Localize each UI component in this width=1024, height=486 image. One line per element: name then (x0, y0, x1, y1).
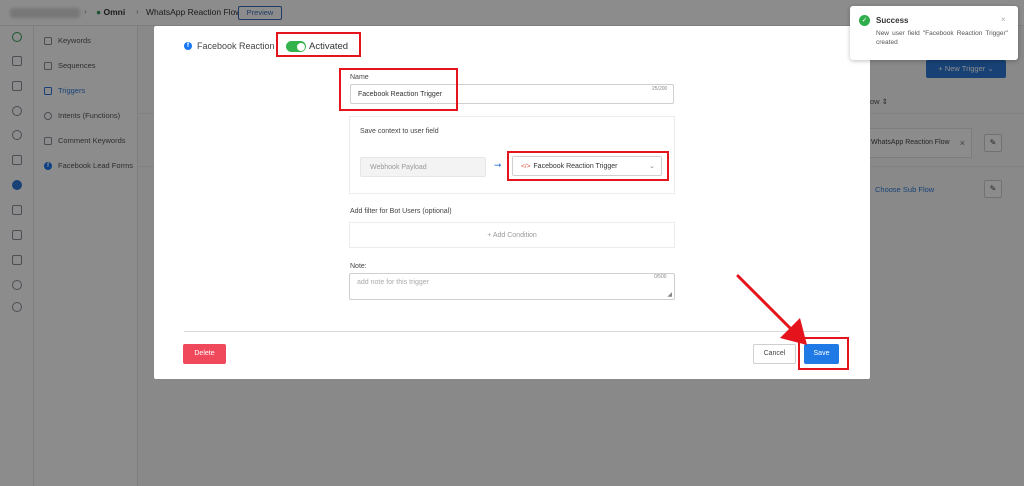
toast-title: Success (876, 16, 909, 25)
close-icon[interactable]: × (1001, 15, 1006, 24)
cancel-button[interactable]: Cancel (753, 344, 796, 364)
webhook-payload-field: Webhook Payload (360, 157, 486, 177)
highlight-save (798, 337, 849, 370)
trigger-modal: f Facebook Reaction Activated Name Faceb… (154, 26, 870, 379)
arrow-right-icon: ➞ (494, 160, 502, 170)
highlight-user-field (507, 151, 669, 181)
delete-button[interactable]: Delete (183, 344, 226, 364)
highlight-activation (276, 32, 361, 57)
highlight-name (339, 68, 458, 111)
resize-handle-icon[interactable]: ◢ (667, 291, 672, 298)
context-label: Save context to user field (360, 128, 439, 135)
success-toast: ✓ Success New user field "Facebook React… (850, 6, 1018, 60)
note-textarea[interactable]: add note for this trigger ◢ (349, 273, 675, 300)
modal-footer-divider (184, 331, 840, 332)
note-char-counter: 0/500 (654, 274, 667, 280)
check-circle-icon: ✓ (859, 15, 870, 26)
name-char-counter: 25/200 (652, 86, 668, 92)
add-condition-button[interactable]: + Add Condition (349, 222, 675, 248)
note-placeholder: add note for this trigger (357, 279, 429, 286)
toast-message: New user field "Facebook Reaction Trigge… (876, 30, 1008, 46)
filter-label: Add filter for Bot Users (optional) (350, 208, 452, 215)
note-label: Note: (350, 263, 367, 270)
facebook-icon: f (184, 42, 192, 50)
modal-title: f Facebook Reaction (184, 41, 275, 51)
